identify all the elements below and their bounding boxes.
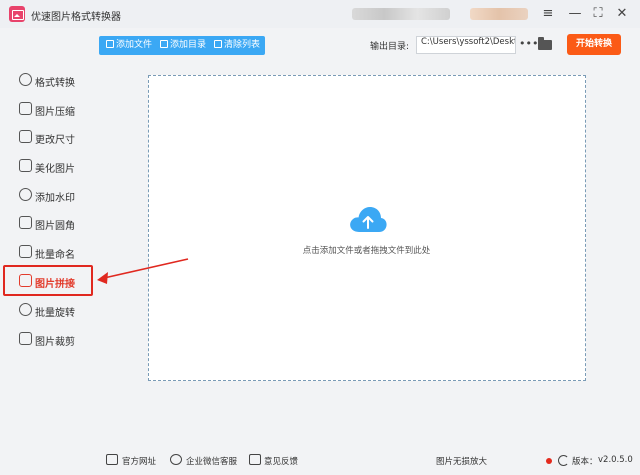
start-convert-button[interactable]: 开始转换 bbox=[567, 34, 621, 55]
app-title: 优速图片格式转换器 bbox=[31, 12, 121, 23]
sidebar-item-rounded-corner[interactable]: 图片圆角 bbox=[0, 209, 95, 237]
sidebar-item-label: 添加水印 bbox=[35, 193, 75, 204]
menu-icon[interactable]: ≡ bbox=[538, 4, 558, 24]
sidebar-item-label: 格式转换 bbox=[35, 78, 75, 89]
update-indicator-dot bbox=[546, 458, 552, 464]
minimize-icon[interactable]: — bbox=[565, 4, 585, 24]
sidebar-item-crop[interactable]: 图片裁剪 bbox=[0, 325, 95, 353]
beautify-icon bbox=[19, 159, 32, 172]
compress-icon bbox=[19, 102, 32, 115]
rounded-corner-icon bbox=[19, 216, 32, 229]
app-logo-icon bbox=[9, 6, 25, 22]
watermark-icon bbox=[19, 188, 32, 201]
feedback-icon bbox=[249, 454, 261, 465]
clear-list-button[interactable]: 清除列表 bbox=[214, 36, 260, 55]
blurred-user-info bbox=[470, 8, 528, 20]
version-label: 版本： bbox=[572, 457, 598, 467]
toolbar: 添加文件 添加目录 清除列表 bbox=[99, 36, 265, 55]
sidebar-item-label: 批量旋转 bbox=[35, 308, 75, 319]
wechat-support-icon bbox=[170, 454, 182, 465]
output-path-input[interactable]: C:\Users\yssoft2\Deskt bbox=[416, 36, 516, 54]
add-folder-button[interactable]: 添加目录 bbox=[160, 36, 206, 55]
crop-icon bbox=[19, 332, 32, 345]
file-drop-zone[interactable]: 点击添加文件或者拖拽文件到此处 bbox=[148, 75, 586, 381]
trash-icon bbox=[214, 40, 222, 48]
open-folder-icon[interactable] bbox=[538, 37, 552, 50]
sidebar-item-label: 图片压缩 bbox=[35, 107, 75, 118]
close-icon[interactable]: ✕ bbox=[612, 4, 632, 24]
sidebar-item-label: 批量命名 bbox=[35, 250, 75, 261]
sidebar-item-format-convert[interactable]: 格式转换 bbox=[0, 66, 95, 94]
sidebar-item-resize[interactable]: 更改尺寸 bbox=[0, 123, 95, 151]
rename-icon bbox=[19, 245, 32, 258]
highlight-box bbox=[3, 265, 93, 296]
cloud-upload-icon bbox=[350, 207, 387, 232]
wechat-support-link[interactable]: 企业微信客服 bbox=[186, 455, 237, 467]
resize-icon bbox=[19, 130, 32, 143]
version-number: v2.0.5.0 bbox=[598, 455, 633, 465]
format-convert-icon bbox=[19, 73, 32, 86]
rotate-icon bbox=[19, 303, 32, 316]
drop-zone-hint: 点击添加文件或者拖拽文件到此处 bbox=[302, 246, 431, 256]
sidebar-item-label: 更改尺寸 bbox=[35, 135, 75, 146]
output-dir-label: 输出目录: bbox=[370, 42, 410, 52]
sidebar-item-watermark[interactable]: 添加水印 bbox=[0, 181, 95, 209]
title-bar: 优速图片格式转换器 ≡ — ⛶ ✕ bbox=[0, 0, 640, 28]
sidebar-item-rotate[interactable]: 批量旋转 bbox=[0, 296, 95, 324]
sidebar-item-rename[interactable]: 批量命名 bbox=[0, 238, 95, 266]
blurred-account-info bbox=[352, 8, 450, 20]
lossless-upscale-link[interactable]: 图片无损放大 bbox=[436, 455, 487, 467]
sidebar-item-compress[interactable]: 图片压缩 bbox=[0, 95, 95, 123]
maximize-icon[interactable]: ⛶ bbox=[588, 4, 608, 24]
folder-small-icon bbox=[160, 40, 168, 48]
file-icon bbox=[106, 40, 114, 48]
feedback-link[interactable]: 意见反馈 bbox=[264, 455, 298, 467]
sidebar-item-label: 图片圆角 bbox=[35, 221, 75, 232]
more-options-button[interactable]: ••• bbox=[519, 35, 538, 53]
sidebar-item-label: 图片裁剪 bbox=[35, 337, 75, 348]
sidebar-item-label: 美化图片 bbox=[35, 164, 75, 175]
website-icon bbox=[106, 454, 118, 465]
add-file-button[interactable]: 添加文件 bbox=[106, 36, 152, 55]
refresh-icon[interactable] bbox=[558, 455, 569, 466]
sidebar-item-beautify[interactable]: 美化图片 bbox=[0, 152, 95, 180]
website-link[interactable]: 官方网址 bbox=[122, 455, 156, 467]
